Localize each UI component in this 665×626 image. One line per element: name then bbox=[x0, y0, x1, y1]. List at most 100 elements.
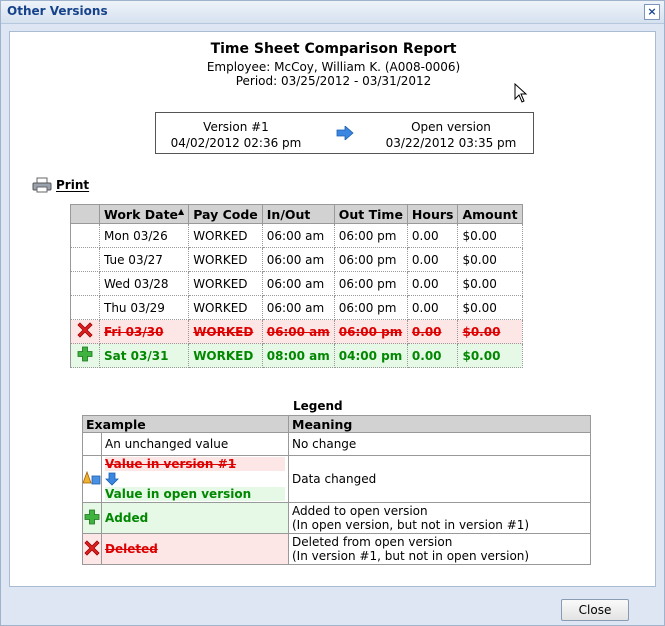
cell-pay-code: WORKED bbox=[188, 343, 263, 368]
cell-amount: $0.00 bbox=[457, 271, 523, 296]
legend-header-example: Example bbox=[82, 415, 289, 433]
legend-row: Value in version #1 Value in open versio… bbox=[82, 455, 591, 503]
cell-work-date: Wed 03/28 bbox=[98, 271, 190, 296]
legend-meaning: Added to open version (In open version, … bbox=[288, 502, 591, 534]
cell-out-time: 06:00 pm bbox=[333, 247, 408, 272]
header-marker bbox=[70, 204, 100, 224]
cell-amount: $0.00 bbox=[457, 247, 523, 272]
cell-out-time: 04:00 pm bbox=[333, 343, 408, 368]
cell-work-date: Sat 03/31 bbox=[98, 343, 190, 368]
deleted-x-icon bbox=[77, 322, 93, 338]
arrow-right-icon bbox=[336, 126, 354, 140]
legend-row: An unchanged value No change bbox=[82, 432, 591, 456]
legend-table: Example Meaning An unchanged value No ch… bbox=[82, 415, 591, 565]
cell-out-time: 06:00 pm bbox=[333, 271, 408, 296]
header-out-time[interactable]: Out Time bbox=[333, 204, 408, 224]
legend-meaning: Deleted from open version (In version #1… bbox=[288, 533, 591, 565]
table-row: Tue 03/27 WORKED 06:00 am 06:00 pm 0.00 … bbox=[70, 247, 523, 272]
legend-new-value: Value in open version bbox=[105, 487, 285, 501]
legend-title: Legend bbox=[293, 399, 343, 413]
version-1-label: Version #1 bbox=[203, 120, 269, 134]
report-panel: Time Sheet Comparison Report Employee: M… bbox=[9, 31, 656, 587]
print-label: Print bbox=[56, 178, 90, 192]
header-work-date[interactable]: Work Date▲ bbox=[98, 204, 190, 224]
mouse-pointer-icon bbox=[514, 83, 528, 103]
table-header-row: Work Date▲ Pay Code In/Out Out Time Hour… bbox=[70, 204, 523, 224]
cell-amount: $0.00 bbox=[457, 343, 523, 368]
table-row: Thu 03/29 WORKED 06:00 am 06:00 pm 0.00 … bbox=[70, 295, 523, 320]
cell-work-date: Tue 03/27 bbox=[98, 247, 190, 272]
other-versions-dialog: Other Versions × Time Sheet Comparison R… bbox=[0, 0, 665, 626]
header-amount[interactable]: Amount bbox=[457, 204, 523, 224]
cell-pay-code: WORKED bbox=[188, 295, 263, 320]
timesheet-table: Work Date▲ Pay Code In/Out Out Time Hour… bbox=[70, 204, 523, 368]
row-marker bbox=[70, 223, 100, 248]
version-compare-box: Version #1 04/02/2012 02:36 pm Open vers… bbox=[155, 112, 534, 154]
cell-pay-code: WORKED bbox=[188, 247, 263, 272]
legend-icon-cell bbox=[82, 432, 102, 456]
row-marker bbox=[70, 319, 100, 344]
cell-work-date: Mon 03/26 bbox=[98, 223, 190, 248]
cell-out-time: 06:00 pm bbox=[333, 223, 408, 248]
table-row: Mon 03/26 WORKED 06:00 am 06:00 pm 0.00 … bbox=[70, 223, 523, 248]
printer-icon bbox=[32, 177, 52, 193]
added-plus-icon bbox=[84, 509, 100, 524]
deleted-x-icon bbox=[84, 539, 100, 556]
header-in-out[interactable]: In/Out bbox=[261, 204, 335, 224]
legend-old-value: Value in version #1 bbox=[105, 457, 285, 471]
cell-hours: 0.00 bbox=[406, 343, 459, 368]
legend-icon-cell bbox=[82, 502, 102, 534]
legend-meaning-line: Deleted from open version bbox=[292, 535, 453, 549]
legend-meaning-line: Added to open version bbox=[292, 504, 428, 518]
cell-hours: 0.00 bbox=[406, 223, 459, 248]
row-marker bbox=[70, 247, 100, 272]
cell-hours: 0.00 bbox=[406, 295, 459, 320]
cell-in-out: 06:00 am bbox=[261, 295, 335, 320]
cell-amount: $0.00 bbox=[457, 319, 523, 344]
table-row-added: Sat 03/31 WORKED 08:00 am 04:00 pm 0.00 … bbox=[70, 343, 523, 368]
row-marker bbox=[70, 343, 100, 368]
header-hours[interactable]: Hours bbox=[406, 204, 459, 224]
row-marker bbox=[70, 271, 100, 296]
cell-in-out: 06:00 am bbox=[261, 223, 335, 248]
legend-example-deleted: Deleted bbox=[101, 533, 289, 565]
cell-amount: $0.00 bbox=[457, 223, 523, 248]
header-pay-code[interactable]: Pay Code bbox=[188, 204, 263, 224]
sort-asc-icon: ▲ bbox=[178, 206, 185, 216]
cell-pay-code: WORKED bbox=[188, 319, 263, 344]
legend-row: Added Added to open version (In open ver… bbox=[82, 502, 591, 534]
row-marker bbox=[70, 295, 100, 320]
table-row-deleted: Fri 03/30 WORKED 06:00 am 06:00 pm 0.00 … bbox=[70, 319, 523, 344]
print-link[interactable]: Print bbox=[32, 177, 89, 193]
legend-meaning-line: (In version #1, but not in open version) bbox=[292, 549, 530, 563]
cell-out-time: 06:00 pm bbox=[333, 319, 408, 344]
cell-pay-code: WORKED bbox=[188, 223, 263, 248]
dialog-title: Other Versions bbox=[7, 4, 108, 18]
cell-hours: 0.00 bbox=[406, 319, 459, 344]
legend-header-row: Example Meaning bbox=[82, 415, 591, 433]
legend-row: Deleted Deleted from open version (In ve… bbox=[82, 533, 591, 565]
legend-meaning: Data changed bbox=[288, 455, 591, 503]
cell-work-date: Fri 03/30 bbox=[98, 319, 190, 344]
cell-in-out: 06:00 am bbox=[261, 247, 335, 272]
cell-hours: 0.00 bbox=[406, 247, 459, 272]
cell-pay-code: WORKED bbox=[188, 271, 263, 296]
legend-meaning: No change bbox=[288, 432, 591, 456]
legend-example: An unchanged value bbox=[101, 432, 289, 456]
legend-icon-cell bbox=[82, 455, 102, 503]
cell-hours: 0.00 bbox=[406, 271, 459, 296]
legend-meaning-line: (In open version, but not in version #1) bbox=[292, 518, 530, 532]
open-version-label: Open version bbox=[411, 120, 491, 134]
cell-in-out: 06:00 am bbox=[261, 319, 335, 344]
cell-out-time: 06:00 pm bbox=[333, 295, 408, 320]
legend-example-added: Added bbox=[101, 502, 289, 534]
legend-icon-cell bbox=[82, 533, 102, 565]
report-period: Period: 03/25/2012 - 03/31/2012 bbox=[235, 74, 432, 88]
close-button[interactable]: Close bbox=[561, 599, 629, 621]
report-title: Time Sheet Comparison Report bbox=[210, 41, 457, 57]
legend-header-meaning: Meaning bbox=[288, 415, 591, 433]
cell-in-out: 08:00 am bbox=[261, 343, 335, 368]
dialog-close-icon[interactable]: × bbox=[644, 4, 660, 20]
changed-value-icon bbox=[82, 470, 101, 484]
report-employee: Employee: McCoy, William K. (A008-0006) bbox=[206, 60, 461, 74]
